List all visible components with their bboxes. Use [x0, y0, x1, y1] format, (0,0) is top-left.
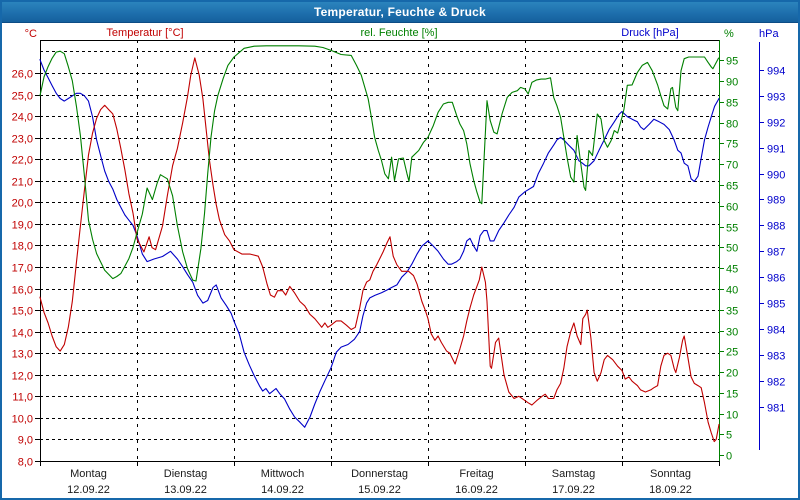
axis-tick-label: 10	[726, 410, 738, 422]
axis-tick-label: 22,0	[12, 155, 33, 167]
temperature-axis: 26,0 25,0 24,0 23,0 22,0 21,0 20,0 19,0 18,0 17,0…	[12, 28, 40, 469]
title-bar: Temperatur, Feuchte & Druck	[2, 2, 798, 23]
axis-tick-label: 26,0	[12, 69, 33, 81]
axis-tick-label: Dienstag	[164, 468, 207, 480]
window-title: Temperatur, Feuchte & Druck	[314, 5, 486, 19]
axis-tick-label: 15.09.22	[358, 484, 401, 496]
axis-tick-label: 20,0	[12, 198, 33, 210]
axis-tick-label: 17.09.22	[552, 484, 595, 496]
axis-tick-label: Montag	[70, 468, 107, 480]
axis-tick-label: 17,0	[12, 263, 33, 275]
axis-tick-label: 988	[767, 221, 785, 233]
axis-tick-label: 989	[767, 195, 785, 207]
axis-tick-label: 60	[726, 202, 738, 214]
axis-tick-label: 23,0	[12, 134, 33, 146]
axis-tick-label: 85	[726, 98, 738, 110]
axis-tick-label: 20	[726, 368, 738, 380]
axis-tick-label: 986	[767, 273, 785, 285]
axis-tick-label: 16,0	[12, 285, 33, 297]
axis-tick-label: 80	[726, 119, 738, 131]
axis-tick-label: 991	[767, 144, 785, 156]
axis-tick-label: 35	[726, 306, 738, 318]
axis-tick-label: 95	[726, 56, 738, 68]
axis-tick-label: 987	[767, 247, 785, 259]
pressure-axis: 994 993 992 991 990 989 988 987 986 985 984 983 982 9…	[758, 28, 785, 450]
axis-tick-label: 13.09.22	[164, 484, 207, 496]
axis-tick-label: 5	[726, 430, 732, 442]
axis-tick-label: 50	[726, 243, 738, 255]
pressure-curve	[39, 59, 720, 428]
axis-tick-label: 982	[767, 377, 785, 389]
axis-tick-label: hPa	[759, 28, 779, 40]
axis-tick-label: 25,0	[12, 91, 33, 103]
axis-tick-label: 24,0	[12, 112, 33, 124]
axis-tick-label: 55	[726, 223, 738, 235]
axis-tick-label: 992	[767, 118, 785, 130]
axis-tick-label: 90	[726, 77, 738, 89]
plot-frame	[40, 40, 720, 462]
axis-tick-label: 45	[726, 264, 738, 276]
series	[39, 45, 720, 443]
axis-tick-label: Donnerstag	[351, 468, 408, 480]
axis-tick-label: 13,0	[12, 349, 33, 361]
axis-tick-label: Mittwoch	[261, 468, 304, 480]
axis-tick-label: 10,0	[12, 414, 33, 426]
axis-tick-label: 984	[767, 325, 785, 337]
axis-tick-label: 21,0	[12, 177, 33, 189]
axis-tick-label: 12,0	[12, 371, 33, 383]
axis-tick-label: 990	[767, 170, 785, 182]
axis-tick-label: 14,0	[12, 328, 33, 340]
x-axis: Montag 12.09.22 Dienstag 13.09.22 Mittwoch 14…	[40, 461, 720, 496]
axis-tick-label: 0	[726, 451, 732, 463]
axis-tick-label: 18.09.22	[649, 484, 692, 496]
humidity-axis: 95908580757065605550454035302520151050%	[719, 28, 738, 463]
axis-tick-label: 15,0	[12, 306, 33, 318]
axis-tick-label: 993	[767, 92, 785, 104]
axis-tick-label: 8,0	[18, 457, 33, 469]
axis-tick-label: 75	[726, 139, 738, 151]
app-window: Temperatur, Feuchte & Druck Temperatur […	[0, 0, 800, 500]
axis-tick-label: 19,0	[12, 220, 33, 232]
axis-tick-label: 18,0	[12, 241, 33, 253]
axis-tick-label: 15	[726, 389, 738, 401]
axis-tick-label: 65	[726, 181, 738, 193]
axis-tick-label: 983	[767, 351, 785, 363]
axis-tick-label: 70	[726, 160, 738, 172]
axis-tick-label: 11,0	[12, 392, 33, 404]
axis-tick-label: 30	[726, 327, 738, 339]
axis-tick-label: 12.09.22	[67, 484, 110, 496]
axis-tick-label: 9,0	[18, 435, 33, 447]
axis-tick-label: 16.09.22	[455, 484, 498, 496]
axis-tick-label: 40	[726, 285, 738, 297]
frame-border	[40, 40, 720, 462]
axis-tick-label: Sonntag	[650, 468, 691, 480]
axis-tick-label: 981	[767, 403, 785, 415]
axis-tick-label: 14.09.22	[261, 484, 304, 496]
axis-tick-label: Freitag	[459, 468, 493, 480]
chart-canvas: 26,0 25,0 24,0 23,0 22,0 21,0 20,0 19,0 18,0 17,0…	[12, 28, 786, 496]
axis-tick-label: °C	[25, 28, 37, 40]
axis-tick-label: 985	[767, 299, 785, 311]
axis-tick-label: 994	[767, 66, 785, 78]
temperature-curve	[39, 57, 720, 443]
axis-tick-label: Samstag	[552, 468, 595, 480]
axis-tick-label: 25	[726, 347, 738, 359]
axis-tick-label: %	[724, 28, 734, 40]
